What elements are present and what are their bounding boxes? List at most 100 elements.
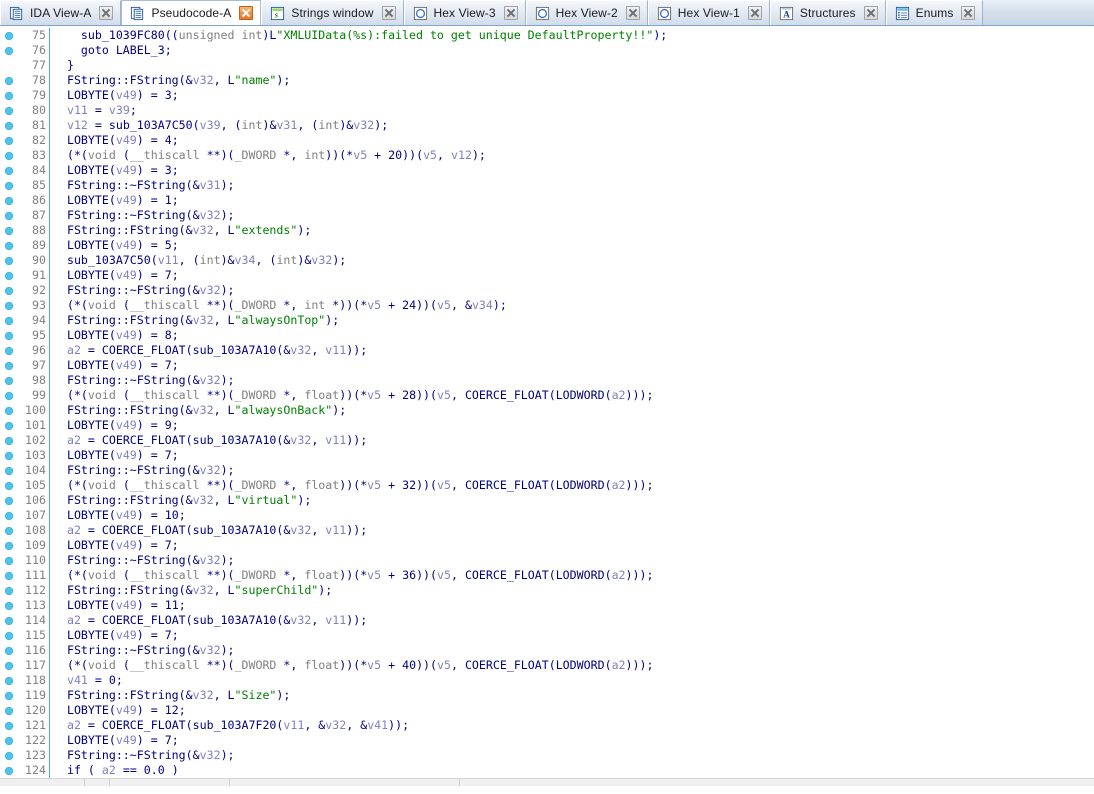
code-line[interactable]: 123 FString::~FString(&v32);	[0, 748, 1094, 763]
breakpoint-marker-icon[interactable]	[5, 737, 13, 745]
breakpoint-marker-icon[interactable]	[5, 257, 13, 265]
breakpoint-marker-icon[interactable]	[5, 152, 13, 160]
code-line[interactable]: 108 a2 = COERCE_FLOAT(sub_103A7A10(&v32,…	[0, 523, 1094, 538]
code-line[interactable]: 117 (*(void (__thiscall **)(_DWORD *, fl…	[0, 658, 1094, 673]
breakpoint-marker-icon[interactable]	[5, 272, 13, 280]
tab-hex-view-1[interactable]: Hex View-1	[647, 0, 770, 25]
close-icon[interactable]	[747, 6, 762, 20]
tab-pseudocode-a[interactable]: Pseudocode-A	[121, 0, 262, 25]
code-line[interactable]: 122 LOBYTE(v49) = 7;	[0, 733, 1094, 748]
breakpoint-marker-icon[interactable]	[5, 287, 13, 295]
breakpoint-marker-icon[interactable]	[5, 752, 13, 760]
code-line[interactable]: 106 FString::FString(&v32, L"virtual");	[0, 493, 1094, 508]
close-icon[interactable]	[381, 6, 396, 20]
code-line[interactable]: 116 FString::~FString(&v32);	[0, 643, 1094, 658]
code-line[interactable]: 86 LOBYTE(v49) = 1;	[0, 193, 1094, 208]
breakpoint-marker-icon[interactable]	[5, 467, 13, 475]
code-line[interactable]: 110 FString::~FString(&v32);	[0, 553, 1094, 568]
code-line[interactable]: 119 FString::FString(&v32, L"Size");	[0, 688, 1094, 703]
breakpoint-marker-icon[interactable]	[5, 107, 13, 115]
code-line[interactable]: 84 LOBYTE(v49) = 3;	[0, 163, 1094, 178]
breakpoint-marker-icon[interactable]	[5, 302, 13, 310]
tab-strings-window[interactable]: s Strings window	[261, 0, 404, 25]
tab-hex-view-2[interactable]: Hex View-2	[525, 0, 648, 25]
code-line[interactable]: 95 LOBYTE(v49) = 8;	[0, 328, 1094, 343]
breakpoint-marker-icon[interactable]	[5, 587, 13, 595]
code-line[interactable]: 98 FString::~FString(&v32);	[0, 373, 1094, 388]
breakpoint-marker-icon[interactable]	[5, 347, 13, 355]
code-line[interactable]: 114 a2 = COERCE_FLOAT(sub_103A7A10(&v32,…	[0, 613, 1094, 628]
code-line[interactable]: 102 a2 = COERCE_FLOAT(sub_103A7A10(&v32,…	[0, 433, 1094, 448]
code-line[interactable]: 89 LOBYTE(v49) = 5;	[0, 238, 1094, 253]
code-line[interactable]: 101 LOBYTE(v49) = 9;	[0, 418, 1094, 433]
code-line[interactable]: 92 FString::~FString(&v32);	[0, 283, 1094, 298]
code-line[interactable]: 120 LOBYTE(v49) = 12;	[0, 703, 1094, 718]
breakpoint-marker-icon[interactable]	[5, 77, 13, 85]
code-line[interactable]: 75 sub_1039FC80((unsigned int)L"XMLUIDat…	[0, 28, 1094, 43]
breakpoint-marker-icon[interactable]	[5, 512, 13, 520]
breakpoint-marker-icon[interactable]	[5, 557, 13, 565]
breakpoint-marker-icon[interactable]	[5, 197, 13, 205]
code-line[interactable]: 78 FString::FString(&v32, L"name");	[0, 73, 1094, 88]
breakpoint-marker-icon[interactable]	[5, 377, 13, 385]
code-line[interactable]: 90 sub_103A7C50(v11, (int)&v34, (int)&v3…	[0, 253, 1094, 268]
breakpoint-marker-icon[interactable]	[5, 227, 13, 235]
breakpoint-marker-icon[interactable]	[5, 497, 13, 505]
breakpoint-marker-icon[interactable]	[5, 32, 13, 40]
code-line[interactable]: 76 goto LABEL_3;	[0, 43, 1094, 58]
pseudocode-editor[interactable]: 75 sub_1039FC80((unsigned int)L"XMLUIDat…	[0, 26, 1094, 786]
code-line[interactable]: 121 a2 = COERCE_FLOAT(sub_103A7F20(v11, …	[0, 718, 1094, 733]
breakpoint-marker-icon[interactable]	[5, 332, 13, 340]
code-line[interactable]: 99 (*(void (__thiscall **)(_DWORD *, flo…	[0, 388, 1094, 403]
breakpoint-marker-icon[interactable]	[5, 707, 13, 715]
code-line[interactable]: 104 FString::~FString(&v32);	[0, 463, 1094, 478]
code-line[interactable]: 103 LOBYTE(v49) = 7;	[0, 448, 1094, 463]
code-line[interactable]: 94 FString::FString(&v32, L"alwaysOnTop"…	[0, 313, 1094, 328]
code-line[interactable]: 124 if ( a2 == 0.0 )	[0, 763, 1094, 778]
close-icon[interactable]	[625, 6, 640, 20]
close-icon[interactable]	[239, 6, 254, 20]
breakpoint-marker-icon[interactable]	[5, 47, 13, 55]
tab-enums[interactable]: Enums	[885, 0, 984, 25]
breakpoint-marker-icon[interactable]	[5, 137, 13, 145]
code-line[interactable]: 109 LOBYTE(v49) = 7;	[0, 538, 1094, 553]
close-icon[interactable]	[99, 6, 114, 20]
code-line[interactable]: 115 LOBYTE(v49) = 7;	[0, 628, 1094, 643]
breakpoint-marker-icon[interactable]	[5, 392, 13, 400]
close-icon[interactable]	[503, 6, 518, 20]
breakpoint-marker-icon[interactable]	[5, 617, 13, 625]
breakpoint-marker-icon[interactable]	[5, 362, 13, 370]
code-line[interactable]: 113 LOBYTE(v49) = 11;	[0, 598, 1094, 613]
breakpoint-marker-icon[interactable]	[5, 167, 13, 175]
code-line[interactable]: 100 FString::FString(&v32, L"alwaysOnBac…	[0, 403, 1094, 418]
breakpoint-marker-icon[interactable]	[5, 692, 13, 700]
code-line[interactable]: 112 FString::FString(&v32, L"superChild"…	[0, 583, 1094, 598]
code-line[interactable]: 118 v41 = 0;	[0, 673, 1094, 688]
breakpoint-marker-icon[interactable]	[5, 422, 13, 430]
code-line[interactable]: 93 (*(void (__thiscall **)(_DWORD *, int…	[0, 298, 1094, 313]
breakpoint-marker-icon[interactable]	[5, 542, 13, 550]
breakpoint-marker-icon[interactable]	[5, 212, 13, 220]
breakpoint-marker-icon[interactable]	[5, 662, 13, 670]
code-line[interactable]: 88 FString::FString(&v32, L"extends");	[0, 223, 1094, 238]
breakpoint-marker-icon[interactable]	[5, 317, 13, 325]
breakpoint-marker-icon[interactable]	[5, 407, 13, 415]
code-line[interactable]: 82 LOBYTE(v49) = 4;	[0, 133, 1094, 148]
code-line[interactable]: 105 (*(void (__thiscall **)(_DWORD *, fl…	[0, 478, 1094, 493]
code-line[interactable]: 85 FString::~FString(&v31);	[0, 178, 1094, 193]
breakpoint-marker-icon[interactable]	[5, 632, 13, 640]
code-line[interactable]: 80 v11 = v39;	[0, 103, 1094, 118]
code-line[interactable]: 107 LOBYTE(v49) = 10;	[0, 508, 1094, 523]
code-line[interactable]: 87 FString::~FString(&v32);	[0, 208, 1094, 223]
tab-ida-view-a[interactable]: IDA View-A	[0, 0, 122, 25]
close-icon[interactable]	[961, 6, 976, 20]
breakpoint-marker-icon[interactable]	[5, 767, 13, 775]
breakpoint-marker-icon[interactable]	[5, 92, 13, 100]
breakpoint-marker-icon[interactable]	[5, 482, 13, 490]
breakpoint-marker-icon[interactable]	[5, 572, 13, 580]
breakpoint-marker-icon[interactable]	[5, 647, 13, 655]
code-line[interactable]: 81 v12 = sub_103A7C50(v39, (int)&v31, (i…	[0, 118, 1094, 133]
breakpoint-marker-icon[interactable]	[5, 527, 13, 535]
breakpoint-marker-icon[interactable]	[5, 437, 13, 445]
code-line[interactable]: 97 LOBYTE(v49) = 7;	[0, 358, 1094, 373]
